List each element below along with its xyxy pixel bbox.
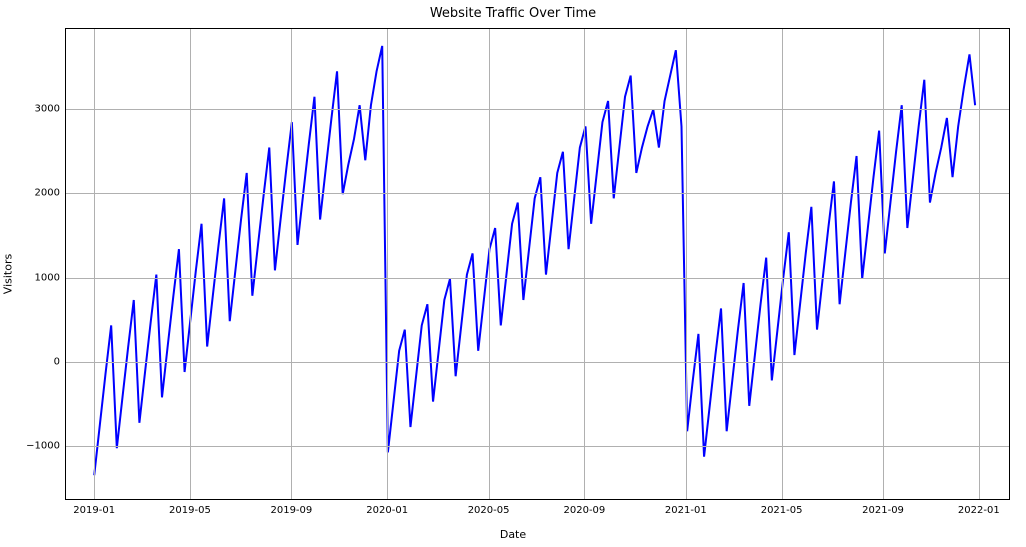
x-axis-label: Date	[0, 528, 1026, 541]
y-tick-label: 0	[54, 357, 66, 368]
x-tick-label: 2022-01	[958, 499, 1000, 516]
gridline-v	[387, 29, 388, 499]
x-tick-label: 2020-05	[468, 499, 510, 516]
y-tick-label: −1000	[26, 441, 66, 452]
gridline-h	[66, 446, 1009, 447]
x-tick-label: 2021-05	[761, 499, 803, 516]
chart-title: Website Traffic Over Time	[0, 6, 1026, 21]
x-tick-label: 2021-09	[862, 499, 904, 516]
series-line	[94, 46, 975, 475]
gridline-v	[686, 29, 687, 499]
plot-area: −100001000200030002019-012019-052019-092…	[65, 28, 1010, 500]
x-tick-label: 2019-01	[73, 499, 115, 516]
plot-svg	[66, 29, 1009, 499]
y-tick-label: 3000	[35, 104, 66, 115]
gridline-h	[66, 193, 1009, 194]
chart-figure: Website Traffic Over Time Visitors Date …	[0, 0, 1026, 547]
y-axis-label: Visitors	[2, 253, 15, 293]
y-tick-label: 2000	[35, 188, 66, 199]
x-tick-label: 2020-09	[563, 499, 605, 516]
gridline-v	[489, 29, 490, 499]
x-tick-label: 2019-05	[169, 499, 211, 516]
x-tick-label: 2021-01	[665, 499, 707, 516]
y-tick-label: 1000	[35, 272, 66, 283]
gridline-v	[584, 29, 585, 499]
gridline-v	[883, 29, 884, 499]
x-tick-label: 2020-01	[366, 499, 408, 516]
gridline-v	[94, 29, 95, 499]
gridline-h	[66, 109, 1009, 110]
x-tick-label: 2019-09	[270, 499, 312, 516]
gridline-v	[782, 29, 783, 499]
gridline-v	[190, 29, 191, 499]
gridline-h	[66, 278, 1009, 279]
gridline-h	[66, 362, 1009, 363]
gridline-v	[979, 29, 980, 499]
gridline-v	[291, 29, 292, 499]
